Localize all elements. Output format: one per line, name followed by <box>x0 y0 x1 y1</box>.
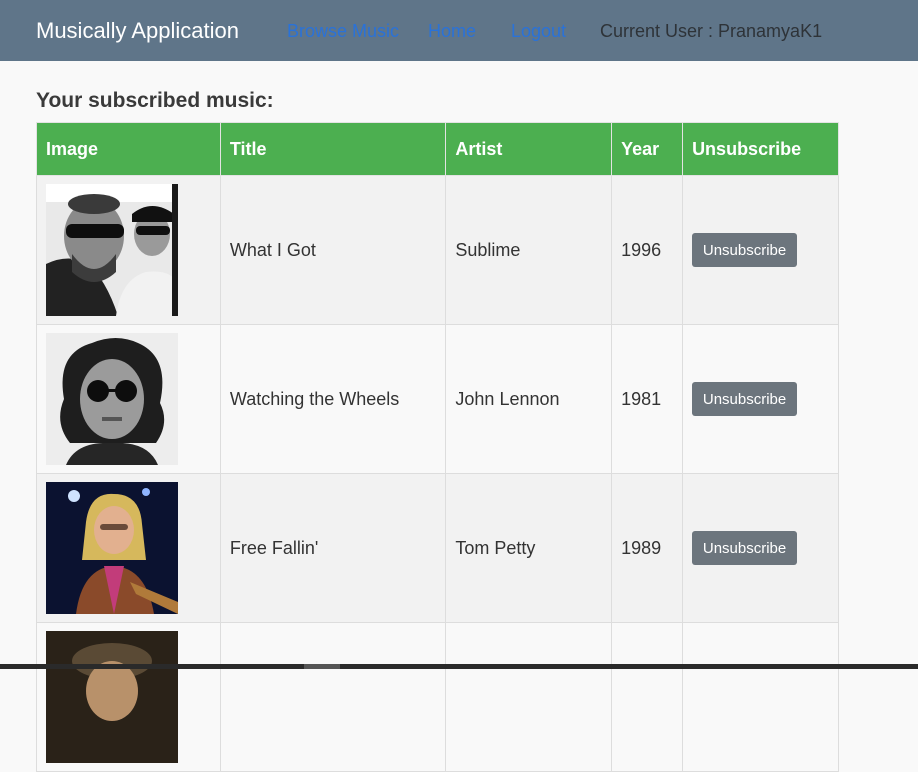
title-cell: Free Fallin' <box>219 473 447 623</box>
column-header-unsubscribe: Unsubscribe <box>682 122 839 176</box>
band-photo-icon <box>46 184 178 316</box>
column-header-artist: Artist <box>445 122 613 176</box>
unsubscribe-button[interactable]: Unsubscribe <box>692 233 798 267</box>
title-cell: What I Got <box>219 175 447 325</box>
year-cell: 1981 <box>611 324 684 474</box>
table-row <box>36 622 839 772</box>
image-cell <box>36 324 221 474</box>
artist-photo-icon <box>46 482 178 614</box>
column-header-image: Image <box>36 122 221 176</box>
artist-photo-icon <box>46 631 178 763</box>
image-cell <box>36 175 221 325</box>
subscribed-music-table: Image Title Artist Year Unsubscribe What… <box>36 122 839 772</box>
artist-cell: John Lennon <box>445 324 613 474</box>
artist-cell: Sublime <box>445 175 613 325</box>
unsubscribe-button[interactable]: Unsubscribe <box>692 531 798 565</box>
artist-cell: Tom Petty <box>445 473 613 623</box>
unsubscribe-button[interactable]: Unsubscribe <box>692 382 798 416</box>
artist-photo-icon <box>46 333 178 465</box>
year-cell: 1989 <box>611 473 684 623</box>
page-heading: Your subscribed music: <box>36 89 274 112</box>
navbar: Musically Application Browse Music Home … <box>0 0 918 61</box>
title-cell <box>219 622 447 772</box>
image-cell <box>36 622 221 772</box>
table-row: Watching the Wheels John Lennon 1981 Uns… <box>36 324 839 474</box>
unsubscribe-cell: Unsubscribe <box>682 324 839 474</box>
artist-cell <box>445 622 613 772</box>
year-cell: 1996 <box>611 175 684 325</box>
table-row: What I Got Sublime 1996 Unsubscribe <box>36 175 839 325</box>
unsubscribe-cell: Unsubscribe <box>682 175 839 325</box>
nav-link-logout[interactable]: Logout <box>511 20 566 42</box>
unsubscribe-cell <box>682 622 839 772</box>
nav-link-home[interactable]: Home <box>428 20 476 42</box>
table-row: Free Fallin' Tom Petty 1989 Unsubscribe <box>36 473 839 623</box>
current-user-label: Current User : PranamyaK1 <box>600 21 823 41</box>
image-cell <box>36 473 221 623</box>
brand-title: Musically Application <box>36 18 239 43</box>
horizontal-scrollbar[interactable] <box>0 664 918 669</box>
unsubscribe-cell: Unsubscribe <box>682 473 839 623</box>
nav-link-browse-music[interactable]: Browse Music <box>287 20 399 42</box>
scrollbar-thumb[interactable] <box>304 664 340 669</box>
title-cell: Watching the Wheels <box>219 324 447 474</box>
year-cell <box>611 622 684 772</box>
column-header-year: Year <box>611 122 684 176</box>
column-header-title: Title <box>219 122 447 176</box>
table-header-row: Image Title Artist Year Unsubscribe <box>36 122 839 176</box>
